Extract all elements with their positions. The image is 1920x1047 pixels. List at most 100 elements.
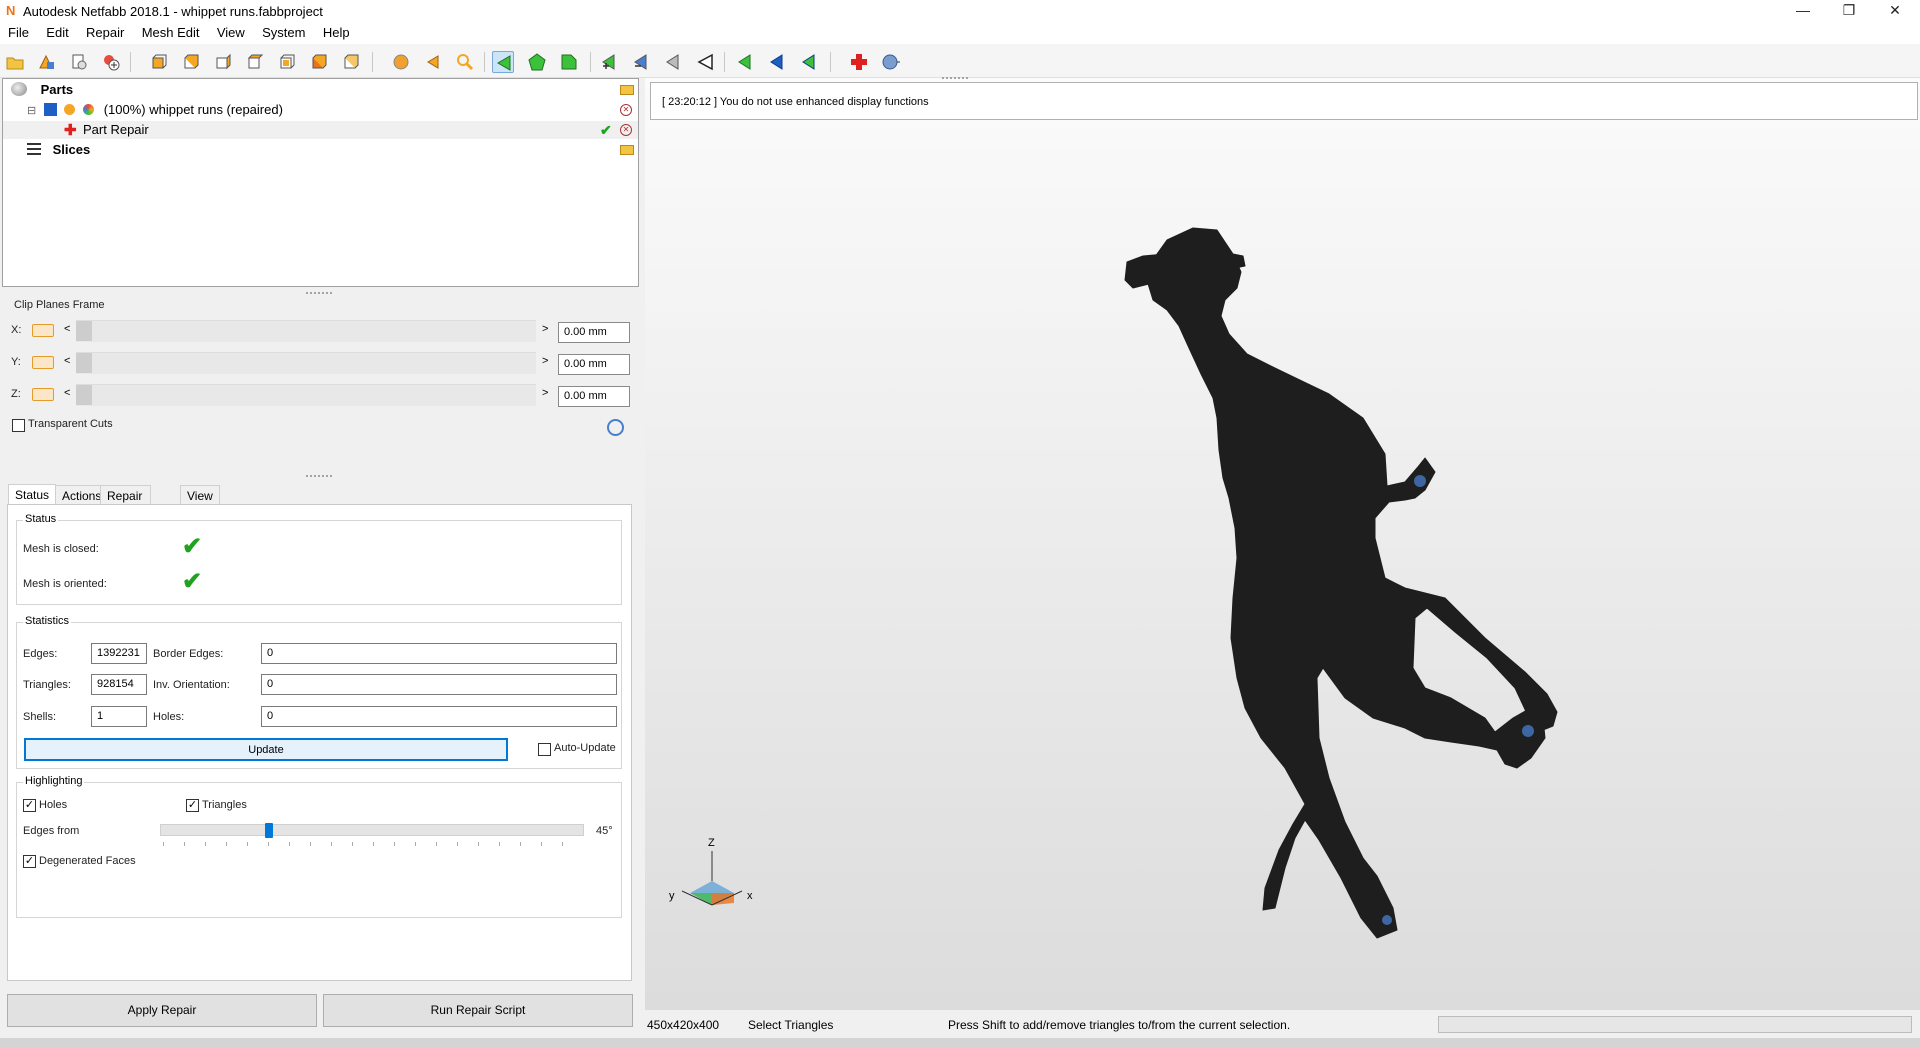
triangle-add-icon: [602, 54, 615, 70]
clip-z-slider-thumb[interactable]: [76, 385, 92, 405]
splitter-handle-lower[interactable]: [305, 474, 333, 478]
repair-label: Part Repair: [83, 122, 149, 137]
select-shells-button[interactable]: [526, 51, 548, 73]
clip-y-value-input[interactable]: 0.00 mm: [558, 354, 630, 375]
holes-highlight-checkbox[interactable]: ✓: [23, 799, 36, 812]
tab-status[interactable]: Status: [8, 484, 57, 505]
view-left-button[interactable]: [212, 51, 234, 73]
collapse-icon[interactable]: ⊟: [27, 105, 36, 117]
open-parts-folder-icon[interactable]: [620, 85, 634, 95]
view-iso-button[interactable]: [340, 51, 362, 73]
menu-mesh-edit[interactable]: Mesh Edit: [134, 22, 206, 41]
blue-triangle-button[interactable]: [766, 51, 788, 73]
clip-x-slider[interactable]: [76, 320, 536, 342]
holes-field: 0: [261, 706, 617, 727]
clip-x-left-arrow[interactable]: <: [64, 323, 70, 335]
menu-system[interactable]: System: [254, 22, 311, 41]
update-button[interactable]: Update: [24, 738, 508, 761]
add-item-button[interactable]: [100, 51, 122, 73]
shading-button[interactable]: [390, 51, 412, 73]
pentagon-icon: [528, 53, 546, 71]
menu-view[interactable]: View: [209, 22, 251, 41]
clip-z-right-arrow[interactable]: >: [542, 387, 548, 399]
invert-selection-button[interactable]: [662, 51, 684, 73]
mesh-closed-check-icon: ✔: [182, 533, 203, 560]
open-folder-button[interactable]: [4, 51, 26, 73]
reset-clip-icon[interactable]: [607, 419, 624, 436]
remove-triangle-button[interactable]: [630, 51, 652, 73]
apply-repair-button[interactable]: Apply Repair: [7, 994, 317, 1027]
tree-slices-node[interactable]: Slices: [27, 141, 90, 159]
clip-y-left-arrow[interactable]: <: [64, 355, 70, 367]
tab-repair-scripts[interactable]: Repair Scripts: [100, 485, 151, 517]
clip-z-left-arrow[interactable]: <: [64, 387, 70, 399]
help-dropdown-button[interactable]: [880, 51, 902, 73]
clip-y-color-toggle[interactable]: [32, 356, 54, 369]
run-repair-script-button[interactable]: Run Repair Script: [323, 994, 633, 1027]
degenerated-faces-checkbox[interactable]: ✓: [23, 855, 36, 868]
clip-y-slider[interactable]: [76, 352, 536, 374]
clip-y-label: Y:: [11, 356, 21, 368]
clip-z-slider[interactable]: [76, 384, 536, 406]
view-bottom-button[interactable]: [308, 51, 330, 73]
edges-from-slider-thumb[interactable]: [265, 823, 273, 838]
taskbar-strip: [0, 1038, 1920, 1047]
view-front-button[interactable]: [148, 51, 170, 73]
view-right-button[interactable]: [244, 51, 266, 73]
model-render[interactable]: [645, 78, 1920, 1010]
cube-bottom-icon: [312, 54, 327, 69]
clip-x-color-toggle[interactable]: [32, 324, 54, 337]
border-edges-label: Border Edges:: [153, 648, 224, 660]
menu-repair[interactable]: Repair: [78, 22, 130, 41]
open-folder-icon: [6, 57, 24, 70]
minimize-button[interactable]: —: [1780, 0, 1826, 22]
tree-parts-node[interactable]: Parts: [11, 81, 73, 99]
clip-x-value-input[interactable]: 0.00 mm: [558, 322, 630, 343]
eye-icon[interactable]: [64, 104, 76, 115]
menu-file[interactable]: File: [0, 22, 35, 41]
close-repair-icon[interactable]: ✕: [620, 124, 632, 136]
menu-edit[interactable]: Edit: [38, 22, 74, 41]
clip-x-right-arrow[interactable]: >: [542, 323, 548, 335]
highlighting-group: Highlighting ✓ Holes ✓ Triangles Edges f…: [16, 775, 622, 918]
previous-view-button[interactable]: [422, 51, 444, 73]
select-surfaces-button[interactable]: [558, 51, 580, 73]
clip-z-value-input[interactable]: 0.00 mm: [558, 386, 630, 407]
zoom-button[interactable]: [454, 51, 476, 73]
open-slices-folder-icon[interactable]: [620, 145, 634, 155]
view-back-button[interactable]: [180, 51, 202, 73]
clip-planes-panel: Clip Planes Frame X: < > 0.00 mm Y: < > …: [0, 291, 640, 478]
transparent-cuts-checkbox[interactable]: [12, 419, 25, 432]
sphere-icon: [393, 54, 409, 70]
clip-x-slider-thumb[interactable]: [76, 321, 92, 341]
tree-repair-node[interactable]: ✚ Part Repair ✔ ✕: [3, 121, 638, 139]
green-blue-triangle-button[interactable]: [798, 51, 820, 73]
edges-from-slider[interactable]: [160, 823, 584, 838]
view-top-button[interactable]: [276, 51, 298, 73]
restore-button[interactable]: ❐: [1826, 0, 1872, 22]
clip-y-right-arrow[interactable]: >: [542, 355, 548, 367]
clip-y-slider-thumb[interactable]: [76, 353, 92, 373]
select-triangles-button[interactable]: [492, 51, 514, 73]
tree-part-node[interactable]: ⊟ (100%) whippet runs (repaired): [27, 101, 283, 119]
auto-update-checkbox[interactable]: [538, 743, 551, 756]
deselect-button[interactable]: [694, 51, 716, 73]
3d-viewport[interactable]: [ 23:20:12 ] You do not use enhanced dis…: [645, 76, 1920, 1010]
status-hint: Press Shift to add/remove triangles to/f…: [948, 1018, 1291, 1032]
add-circle-icon: [104, 55, 120, 71]
close-button[interactable]: ✕: [1872, 0, 1918, 22]
triangles-highlight-checkbox[interactable]: ✓: [186, 799, 199, 812]
checkmark-icon[interactable]: ✔: [600, 121, 612, 139]
color-wheel-icon[interactable]: [83, 104, 95, 115]
triangle-remove-icon: [634, 54, 647, 70]
green-triangle-button[interactable]: [734, 51, 756, 73]
add-document-button[interactable]: [68, 51, 90, 73]
repair-button[interactable]: [848, 51, 870, 73]
remove-part-icon[interactable]: ✕: [620, 104, 632, 116]
clip-z-color-toggle[interactable]: [32, 388, 54, 401]
menu-help[interactable]: Help: [315, 22, 356, 41]
splitter-handle[interactable]: [305, 291, 333, 295]
add-triangle-button[interactable]: [598, 51, 620, 73]
add-part-button[interactable]: [36, 51, 58, 73]
tab-view[interactable]: View: [180, 485, 220, 505]
